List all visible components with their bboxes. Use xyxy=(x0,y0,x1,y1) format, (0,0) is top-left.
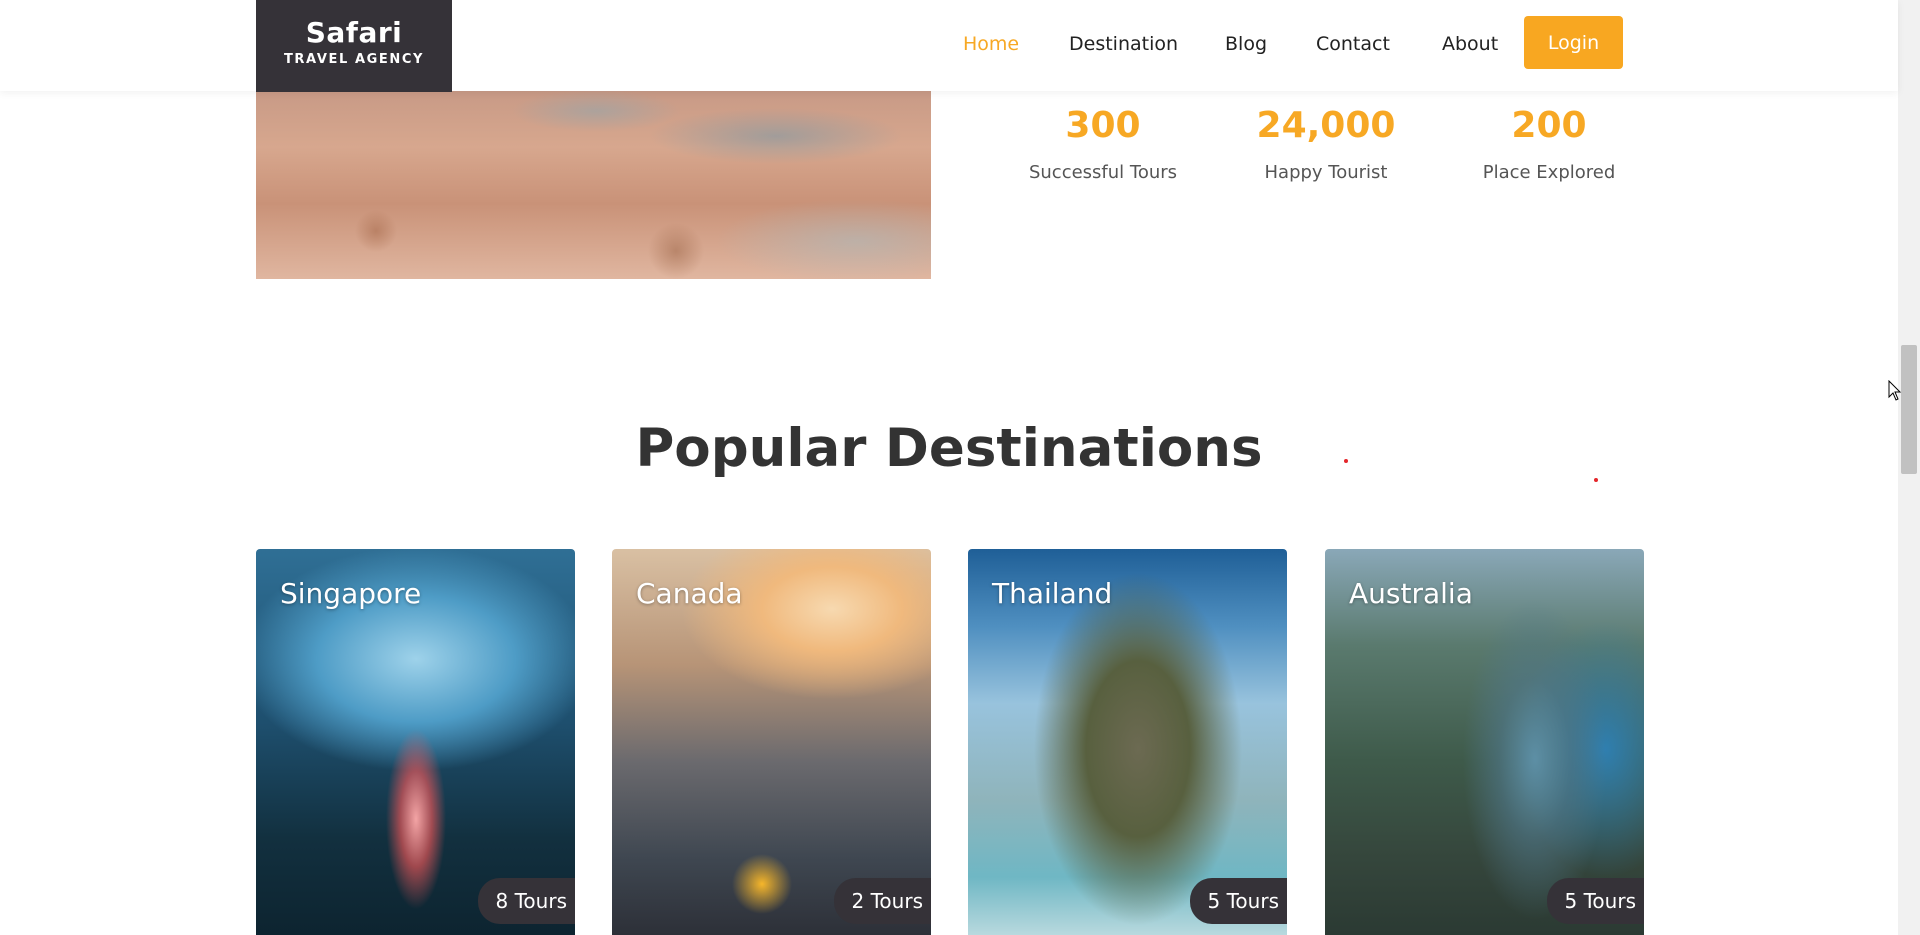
nav-link-blog[interactable]: Blog xyxy=(1225,33,1267,55)
nav-link-contact[interactable]: Contact xyxy=(1316,33,1390,55)
stat-value: 200 xyxy=(1511,105,1587,146)
stat-happy-tourist: 24,000 Happy Tourist xyxy=(1226,104,1426,183)
tours-count-badge: 2 Tours xyxy=(833,878,931,924)
stat-value: 24,000 xyxy=(1256,105,1396,146)
tours-count-badge: 5 Tours xyxy=(1546,878,1644,924)
stat-successful-tours: 300 Successful Tours xyxy=(1003,104,1203,183)
destination-card-thailand[interactable]: Thailand 5 Tours xyxy=(968,549,1287,935)
stat-place-explored: 200 Place Explored xyxy=(1449,104,1649,183)
stat-label: Successful Tours xyxy=(1028,162,1178,183)
site-logo[interactable]: Safari TRAVEL AGENCY xyxy=(256,0,452,92)
nav-link-about[interactable]: About xyxy=(1442,33,1498,55)
decorative-dot xyxy=(1344,459,1348,463)
destination-name: Australia xyxy=(1349,577,1473,610)
page-scrollbar[interactable] xyxy=(1898,0,1920,935)
destination-card-canada[interactable]: Canada 2 Tours xyxy=(612,549,931,935)
mouse-cursor-icon xyxy=(1888,380,1902,401)
nav-link-home[interactable]: Home xyxy=(963,33,1019,55)
tours-count-badge: 5 Tours xyxy=(1189,878,1287,924)
logo-subtitle: TRAVEL AGENCY xyxy=(283,52,425,67)
destination-name: Thailand xyxy=(992,577,1113,610)
tours-count-badge: 8 Tours xyxy=(477,878,575,924)
stat-label: Place Explored xyxy=(1482,162,1616,183)
login-button[interactable]: Login xyxy=(1524,16,1623,69)
stat-value: 300 xyxy=(1065,105,1141,146)
about-image xyxy=(256,91,931,279)
section-title: Popular Destinations xyxy=(635,418,1263,479)
logo-title: Safari xyxy=(305,16,403,49)
destination-card-australia[interactable]: Australia 5 Tours xyxy=(1325,549,1644,935)
scrollbar-thumb[interactable] xyxy=(1901,345,1917,474)
nav-link-destination[interactable]: Destination xyxy=(1069,33,1178,55)
stat-label: Happy Tourist xyxy=(1264,162,1388,183)
destination-card-singapore[interactable]: Singapore 8 Tours xyxy=(256,549,575,935)
destination-name: Canada xyxy=(636,577,743,610)
decorative-dot xyxy=(1594,478,1598,482)
site-header: Safari TRAVEL AGENCY Home Destination Bl… xyxy=(0,0,1898,92)
destination-name: Singapore xyxy=(280,577,422,610)
